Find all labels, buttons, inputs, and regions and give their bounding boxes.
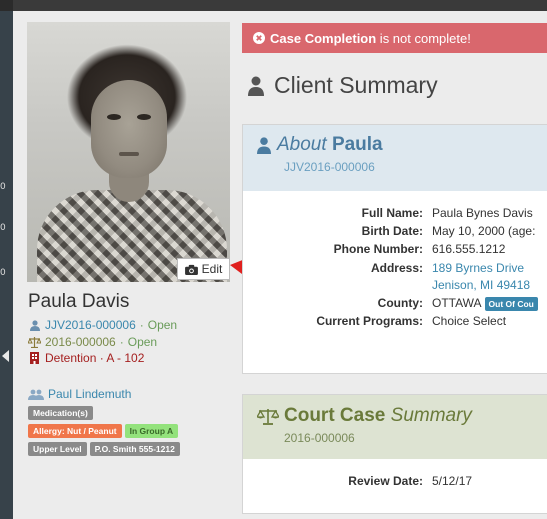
court-case-status: Open: [127, 335, 158, 349]
allergy-badge: Allergy: Nut / Peanut: [28, 424, 122, 438]
field-label: Birth Date:: [361, 224, 423, 238]
court-card-header: Court Case Summary 2016-000006: [243, 395, 547, 459]
user-icon: [28, 319, 41, 331]
county-value-wrap: OTTAWA Out Of Cou: [432, 296, 538, 311]
user-icon: [257, 136, 271, 154]
case-status: Open: [147, 318, 178, 332]
field-label: County:: [377, 296, 423, 310]
photo-eye: [107, 114, 121, 120]
review-date-label: Review Date:: [348, 474, 423, 488]
alert-text: is not complete!: [376, 30, 471, 46]
about-prefix: About: [277, 134, 327, 155]
user-icon: [248, 76, 264, 96]
balance-scale-icon: [257, 408, 279, 425]
medication-badge: Medication(s): [28, 406, 93, 420]
top-bar: [0, 0, 547, 11]
photo-mouth: [119, 152, 139, 156]
detention-row: Detention · A - 102: [28, 351, 144, 365]
left-nav-strip: 0 0 0: [0, 11, 13, 519]
address-line1-link[interactable]: 189 Byrnes Drive: [432, 261, 524, 275]
court-title-bold: Court Case: [284, 405, 386, 426]
court-case-id: 2016-000006: [284, 431, 355, 445]
level-badge: Upper Level: [28, 442, 87, 456]
case-row: JJV2016-000006 · Open: [28, 318, 177, 332]
page-title: Client Summary: [248, 72, 438, 99]
users-icon: [28, 389, 44, 400]
about-card: About Paula JJV2016-000006 Full Name: Pa…: [242, 124, 547, 374]
po-badge: P.O. Smith 555-1212: [89, 442, 180, 456]
review-date-value: 5/12/17: [432, 474, 473, 488]
building-icon: [28, 352, 41, 364]
about-title: About Paula: [257, 134, 547, 156]
court-case-card: Court Case Summary 2016-000006 Review Da…: [242, 394, 547, 514]
page-title-text: Client Summary: [274, 72, 438, 98]
alert-bold: Case Completion: [270, 30, 377, 46]
badge-row: Allergy: Nut / Peanut In Group A: [28, 424, 179, 438]
court-case-id-link[interactable]: 2016-000006: [45, 335, 116, 349]
field-label: Address:: [370, 261, 423, 275]
nav-marker[interactable]: 0: [0, 268, 6, 278]
photo-eye: [137, 114, 151, 120]
phone-value: 616.555.1212: [432, 242, 506, 256]
court-title: Court Case Summary: [257, 405, 547, 427]
nav-marker[interactable]: 0: [0, 223, 6, 233]
badge-row: Upper Level P.O. Smith 555-1212: [28, 442, 180, 456]
group-badge: In Group A: [124, 424, 179, 438]
collapse-arrow-icon[interactable]: [2, 350, 9, 362]
case-completion-alert: Case Completion is not complete!: [242, 23, 547, 53]
worker-row: Paul Lindemuth: [28, 387, 131, 401]
edit-photo-label: Edit: [201, 262, 223, 276]
separator: ·: [139, 318, 144, 332]
field-label: Phone Number:: [333, 242, 423, 256]
birth-date-label-wrap: Birth Date:: [243, 224, 423, 238]
case-worker-link[interactable]: Paul Lindemuth: [48, 387, 131, 401]
about-id: JJV2016-000006: [284, 160, 375, 174]
full-name-label-wrap: Full Name:: [243, 206, 423, 220]
out-of-county-badge: Out Of Cou: [484, 297, 538, 311]
about-name: Paula: [331, 134, 383, 155]
top-bar-accent: [0, 0, 13, 11]
programs-label-wrap: Current Programs:: [243, 314, 423, 328]
review-label-wrap: Review Date:: [243, 474, 423, 488]
court-title-italic: Summary: [390, 405, 472, 426]
address-line2-link[interactable]: Jenison, MI 49418: [432, 278, 530, 292]
full-name-value: Paula Bynes Davis: [432, 206, 533, 220]
birth-date-value: May 10, 2000 (age:: [432, 224, 536, 238]
photo-face: [91, 80, 167, 178]
field-label: Full Name:: [361, 206, 423, 220]
badge-row: Medication(s): [28, 406, 93, 420]
camera-icon: [184, 264, 198, 275]
court-case-row: 2016-000006 · Open: [28, 335, 157, 349]
scale-icon: [28, 336, 41, 348]
nav-marker[interactable]: 0: [0, 182, 6, 192]
detention-label[interactable]: Detention · A - 102: [45, 351, 144, 365]
client-name: Paula Davis: [28, 291, 130, 312]
separator: ·: [119, 335, 124, 349]
times-circle-icon: [253, 32, 265, 44]
case-id-link[interactable]: JJV2016-000006: [45, 318, 136, 332]
edit-photo-button[interactable]: Edit: [177, 258, 230, 280]
county-value: OTTAWA: [432, 296, 482, 310]
about-card-header: About Paula JJV2016-000006: [243, 125, 547, 191]
programs-value: Choice Select: [432, 314, 507, 328]
address-label-wrap: Address:: [243, 261, 423, 275]
county-label-wrap: County:: [243, 296, 423, 310]
phone-label-wrap: Phone Number:: [243, 242, 423, 256]
client-photo: [27, 22, 230, 282]
field-label: Current Programs:: [316, 314, 423, 328]
